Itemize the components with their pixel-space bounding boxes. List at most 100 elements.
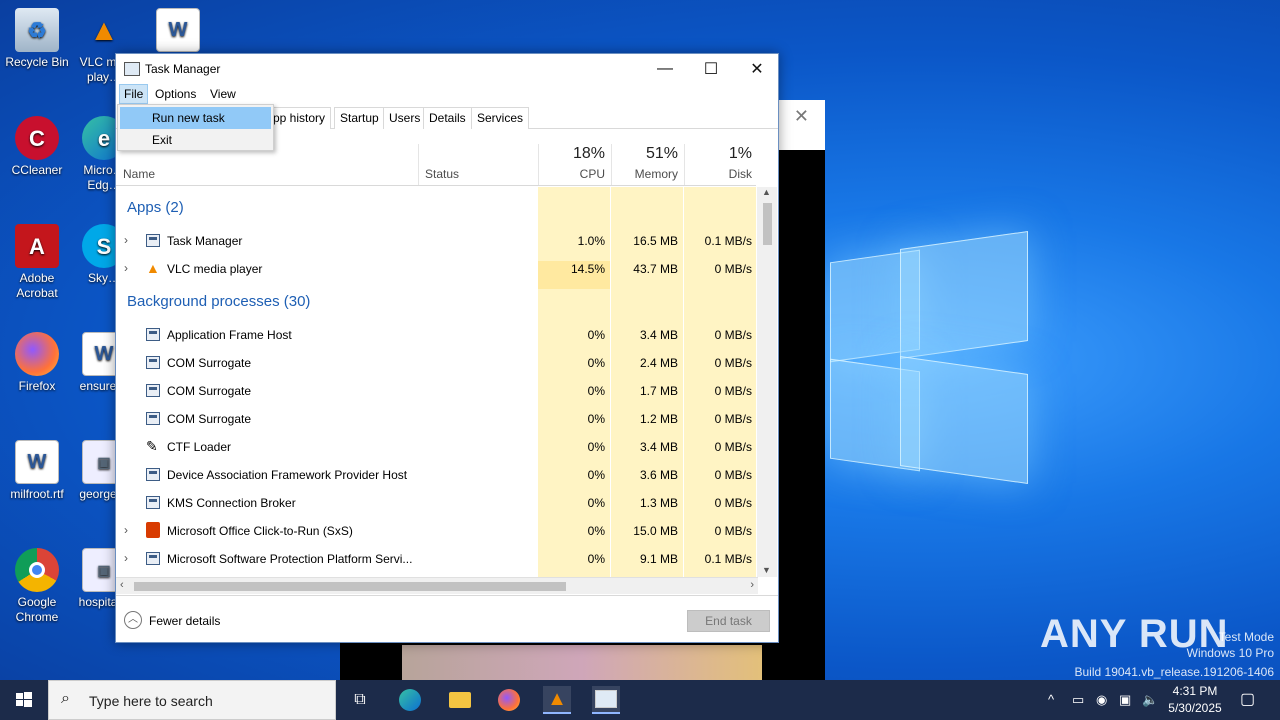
chrome-icon xyxy=(15,548,59,592)
horizontal-scrollbar[interactable]: ‹ › xyxy=(116,577,758,594)
process-row[interactable]: › ▲ VLC media player 14.5% 43.7 MB 0 MB/… xyxy=(116,255,758,283)
expand-chevron-icon[interactable]: › xyxy=(124,261,128,275)
video-thumbnail xyxy=(402,645,762,680)
taskbar-clock[interactable]: 4:31 PM 5/30/2025 xyxy=(1160,683,1230,717)
vlc-taskbar-icon[interactable]: ▲ xyxy=(543,686,571,714)
scrollbar-thumb[interactable] xyxy=(763,203,772,245)
maximize-button[interactable]: ☐ xyxy=(688,54,734,84)
process-row[interactable]: › Microsoft Software Protection Platform… xyxy=(116,545,758,573)
task-manager-taskbar-icon[interactable] xyxy=(592,686,620,714)
scroll-down-icon[interactable]: ▼ xyxy=(762,565,771,575)
file-explorer-icon[interactable] xyxy=(446,686,474,714)
process-window-icon xyxy=(146,496,160,509)
process-disk: 0 MB/s xyxy=(714,356,752,370)
process-row[interactable]: COM Surrogate 0% 1.2 MB 0 MB/s xyxy=(116,405,758,433)
process-row[interactable]: KMS Connection Broker 0% 1.3 MB 0 MB/s xyxy=(116,489,758,517)
process-memory: 1.2 MB xyxy=(639,412,678,426)
battery-icon[interactable]: ▭ xyxy=(1072,692,1084,708)
tab-users[interactable]: Users xyxy=(383,107,427,129)
column-status[interactable]: Status xyxy=(418,144,538,185)
process-row[interactable]: Device Association Framework Provider Ho… xyxy=(116,461,758,489)
network-icon[interactable]: ▣ xyxy=(1119,692,1131,708)
close-button[interactable]: ✕ xyxy=(734,54,780,84)
chevron-up-icon[interactable]: ^ xyxy=(1048,692,1054,707)
tab-app-history[interactable]: pp history xyxy=(267,107,332,129)
scrollbar-thumb[interactable] xyxy=(134,582,566,591)
disk-label: Disk xyxy=(728,167,752,181)
camera-icon[interactable]: ◉ xyxy=(1096,692,1107,708)
column-disk[interactable]: 1% Disk xyxy=(684,144,758,185)
process-memory: 1.7 MB xyxy=(639,384,678,398)
close-icon[interactable]: ✕ xyxy=(794,106,809,127)
process-row[interactable]: COM Surrogate 0% 2.4 MB 0 MB/s xyxy=(116,349,758,377)
process-row[interactable]: › Task Manager 1.0% 16.5 MB 0.1 MB/s xyxy=(116,227,758,255)
office-icon xyxy=(146,522,160,538)
task-manager-icon xyxy=(124,62,140,76)
process-window-icon xyxy=(146,468,160,481)
menu-item-run-new-task[interactable]: Run new task xyxy=(120,107,271,129)
tab-services[interactable]: Services xyxy=(471,107,530,129)
desktop-icon-google-chrome[interactable]: Google Chrome xyxy=(1,548,73,625)
build-label: Build 19041.vb_release.191206-1406 xyxy=(1074,665,1275,679)
expand-chevron-icon[interactable]: › xyxy=(124,523,128,537)
group-header-background[interactable]: Background processes (30) xyxy=(127,293,310,310)
column-cpu[interactable]: 18% CPU xyxy=(538,144,611,185)
desktop-icon-adobe-acrobat[interactable]: A Adobe Acrobat xyxy=(1,224,73,301)
desktop-icon-recycle-bin[interactable]: ♻ Recycle Bin xyxy=(1,8,73,70)
column-name[interactable]: Name xyxy=(123,167,155,181)
expand-chevron-icon[interactable]: › xyxy=(124,233,128,247)
process-window-icon xyxy=(146,384,160,397)
process-memory: 3.4 MB xyxy=(639,440,678,454)
process-window-icon xyxy=(146,356,160,369)
desktop-icon-firefox[interactable]: Firefox xyxy=(1,332,73,394)
scroll-right-icon[interactable]: › xyxy=(750,579,754,591)
menu-item-exit[interactable]: Exit xyxy=(120,129,271,151)
menu-file[interactable]: File xyxy=(119,84,149,104)
process-window-icon xyxy=(146,328,160,341)
process-name: Task Manager xyxy=(167,234,243,248)
process-disk: 0 MB/s xyxy=(714,524,752,538)
process-name: COM Surrogate xyxy=(167,384,252,398)
firefox-taskbar-icon[interactable] xyxy=(495,686,523,714)
edge-taskbar-icon[interactable] xyxy=(396,686,424,714)
ccleaner-icon: C xyxy=(15,116,59,160)
process-row[interactable]: Application Frame Host 0% 3.4 MB 0 MB/s xyxy=(116,321,758,349)
desktop-icon-ccleaner[interactable]: C CCleaner xyxy=(1,116,73,178)
menu-view[interactable]: View xyxy=(206,87,240,101)
process-disk: 0 MB/s xyxy=(714,262,752,276)
tab-startup[interactable]: Startup xyxy=(334,107,385,129)
chevron-up-icon[interactable]: ︿ xyxy=(124,611,142,629)
process-cpu: 0% xyxy=(587,524,605,538)
menu-options[interactable]: Options xyxy=(151,87,200,101)
title-bar[interactable]: Task Manager — ☐ ✕ xyxy=(116,54,778,84)
desktop-icon-word-doc[interactable]: W xyxy=(148,8,208,55)
pen-icon: ✎ xyxy=(146,438,158,454)
process-disk: 0 MB/s xyxy=(714,496,752,510)
start-button[interactable] xyxy=(0,680,48,720)
fewer-details-link[interactable]: Fewer details xyxy=(149,614,220,628)
minimize-button[interactable]: — xyxy=(642,54,688,84)
process-disk: 0 MB/s xyxy=(714,384,752,398)
taskbar-search-box[interactable]: ⌕ Type here to search xyxy=(48,680,336,720)
group-header-apps[interactable]: Apps (2) xyxy=(127,199,184,216)
process-row[interactable]: › Microsoft Office Click-to-Run (SxS) 0%… xyxy=(116,517,758,545)
process-disk: 0 MB/s xyxy=(714,468,752,482)
desktop-icon-milfroot[interactable]: W milfroot.rtf xyxy=(1,440,73,502)
menu-bar: File Options View xyxy=(116,84,778,104)
column-memory[interactable]: 51% Memory xyxy=(611,144,684,185)
vertical-scrollbar[interactable]: ▲ ▼ xyxy=(757,187,777,577)
process-name: CTF Loader xyxy=(167,440,232,454)
end-task-button[interactable]: End task xyxy=(687,610,770,632)
scroll-up-icon[interactable]: ▲ xyxy=(762,187,771,197)
expand-chevron-icon[interactable]: › xyxy=(124,551,128,565)
process-disk: 0.1 MB/s xyxy=(704,552,752,566)
task-view-icon[interactable]: ⧉ xyxy=(346,686,374,714)
volume-icon[interactable]: 🔈 xyxy=(1142,692,1158,708)
process-cpu: 14.5% xyxy=(570,262,605,276)
process-cpu: 0% xyxy=(587,496,605,510)
tab-details[interactable]: Details xyxy=(423,107,472,129)
scroll-left-icon[interactable]: ‹ xyxy=(120,579,124,591)
process-row[interactable]: ✎ CTF Loader 0% 3.4 MB 0 MB/s xyxy=(116,433,758,461)
notification-icon[interactable]: ▢ xyxy=(1240,689,1255,709)
process-row[interactable]: COM Surrogate 0% 1.7 MB 0 MB/s xyxy=(116,377,758,405)
